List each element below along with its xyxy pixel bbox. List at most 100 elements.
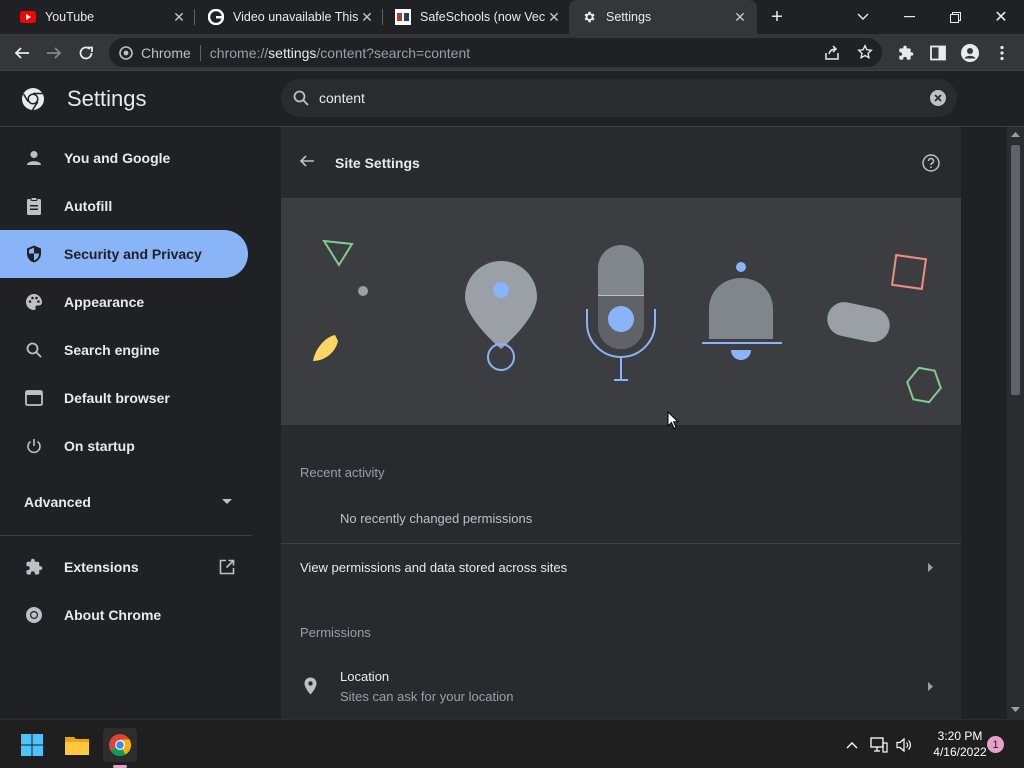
side-panel-icon (930, 45, 946, 61)
sidebar-item-autofill[interactable]: Autofill (0, 182, 248, 230)
caret-right-icon (928, 563, 933, 572)
chrome-taskbar-button[interactable] (103, 728, 137, 768)
url-prefix: chrome:// (209, 44, 269, 61)
browser-window-icon (24, 388, 44, 408)
dot-shape (358, 286, 368, 296)
chrome-icon (119, 45, 133, 60)
sidebar-item-about-chrome[interactable]: About Chrome (0, 591, 248, 639)
tab-video-unavailable[interactable]: Video unavailable This ✕ (196, 0, 382, 34)
location-pin-icon (465, 261, 537, 371)
url-text: chrome://settings/content?search=content (210, 45, 470, 61)
page-scrollbar[interactable] (1007, 127, 1024, 719)
tab-safeschools[interactable]: SafeSchools (now Vect ✕ (383, 0, 569, 34)
system-clock[interactable]: 3:20 PM 4/16/2022 (924, 728, 996, 760)
location-permission-row[interactable]: Location Sites can ask for your location (281, 655, 961, 719)
tab-youtube[interactable]: YouTube ✕ (8, 0, 194, 34)
file-explorer-button[interactable] (60, 728, 94, 762)
location-subtitle: Sites can ask for your location (340, 689, 514, 704)
sidebar-item-you-and-google[interactable]: You and Google (0, 134, 248, 182)
sidebar-item-security-and-privacy[interactable]: Security and Privacy (0, 230, 248, 278)
reload-button[interactable] (73, 40, 99, 66)
tab-title: YouTube (45, 10, 95, 24)
sidebar-item-label: Security and Privacy (64, 246, 202, 262)
close-tab-icon[interactable]: ✕ (358, 9, 376, 26)
puzzle-icon (24, 557, 44, 577)
sidebar-item-advanced[interactable]: Advanced (0, 478, 252, 526)
person-icon (961, 44, 979, 62)
microphone-icon (586, 245, 656, 381)
start-button[interactable] (15, 728, 49, 762)
minimize-icon (903, 16, 915, 18)
help-icon[interactable] (922, 153, 940, 172)
power-icon (24, 436, 44, 456)
notification-badge[interactable]: 1 (987, 736, 1004, 753)
share-icon[interactable] (824, 45, 840, 64)
side-panel-button[interactable] (925, 40, 951, 66)
settings-search-input[interactable]: content (281, 79, 957, 117)
view-permissions-row[interactable]: View permissions and data stored across … (281, 543, 961, 591)
back-arrow-icon[interactable] (299, 153, 319, 173)
reload-icon (79, 46, 93, 60)
tab-title: Video unavailable This (233, 10, 358, 24)
sidebar-item-label: Appearance (64, 294, 145, 310)
close-tab-icon[interactable]: ✕ (170, 9, 188, 26)
folder-icon (65, 737, 89, 755)
clock-time: 3:20 PM (937, 729, 983, 743)
recent-activity-heading: Recent activity (300, 465, 385, 480)
scrollbar-thumb[interactable] (1011, 145, 1020, 395)
clock-date: 4/16/2022 (933, 745, 987, 759)
address-bar[interactable]: Chrome chrome://settings/content?search=… (109, 38, 882, 67)
volume-button[interactable] (893, 728, 915, 762)
arrow-right-icon (47, 47, 62, 59)
omnibox-chip: Chrome (141, 44, 191, 61)
new-tab-button[interactable]: + (754, 0, 800, 34)
extensions-button[interactable] (893, 40, 919, 66)
sidebar-item-appearance[interactable]: Appearance (0, 278, 248, 326)
triangle-shape (322, 239, 354, 267)
settings-title: Settings (67, 86, 147, 111)
sidebar-item-default-browser[interactable]: Default browser (0, 374, 248, 422)
caret-down-icon (222, 499, 232, 505)
network-button[interactable] (868, 728, 890, 762)
menu-button[interactable] (989, 40, 1015, 66)
settings-sidebar: You and Google Autofill Security and Pri… (0, 127, 272, 719)
sidebar-item-label: Default browser (64, 390, 170, 406)
restore-button[interactable] (932, 0, 978, 34)
scroll-up-icon[interactable] (1011, 132, 1020, 137)
chevron-up-icon (846, 741, 858, 748)
show-hidden-icons-button[interactable] (841, 728, 863, 762)
person-icon (24, 148, 44, 168)
close-tab-icon[interactable]: ✕ (731, 9, 749, 26)
forward-button[interactable] (41, 40, 67, 66)
close-tab-icon[interactable]: ✕ (545, 9, 563, 26)
profile-button[interactable] (957, 40, 983, 66)
scroll-down-icon[interactable] (1011, 707, 1020, 712)
sidebar-item-extensions[interactable]: Extensions (0, 543, 252, 591)
url-path: /content?search=content (316, 44, 471, 61)
star-icon[interactable] (857, 44, 873, 63)
tab-settings[interactable]: Settings ✕ (569, 0, 757, 34)
clipboard-icon (24, 196, 44, 216)
close-window-button[interactable]: ✕ (978, 0, 1024, 34)
sidebar-item-label: About Chrome (64, 607, 162, 623)
open-in-new-icon (219, 559, 235, 575)
sidebar-item-on-startup[interactable]: On startup (0, 422, 248, 470)
tab-title: SafeSchools (now Vect (420, 10, 545, 24)
no-recent-permissions-text: No recently changed permissions (340, 511, 533, 526)
youtube-icon (20, 9, 36, 25)
tab-search-button[interactable] (840, 0, 886, 34)
kebab-menu-icon (1000, 45, 1004, 61)
tab-separator (194, 9, 195, 25)
back-button[interactable] (9, 40, 35, 66)
clear-search-icon[interactable] (930, 90, 946, 106)
sidebar-item-search-engine[interactable]: Search engine (0, 326, 248, 374)
site-settings-page: Site Settings Recent activity No recentl… (281, 127, 961, 719)
sidebar-item-label: On startup (64, 438, 135, 454)
sidebar-item-label: Advanced (24, 494, 91, 510)
tab-strip: YouTube ✕ Video unavailable This ✕ SafeS… (0, 0, 1024, 34)
mouse-cursor-icon (667, 410, 680, 435)
search-value: content (319, 90, 365, 106)
minimize-button[interactable] (886, 0, 932, 34)
sidebar-item-label: Extensions (64, 559, 139, 575)
caret-right-icon (928, 682, 933, 691)
